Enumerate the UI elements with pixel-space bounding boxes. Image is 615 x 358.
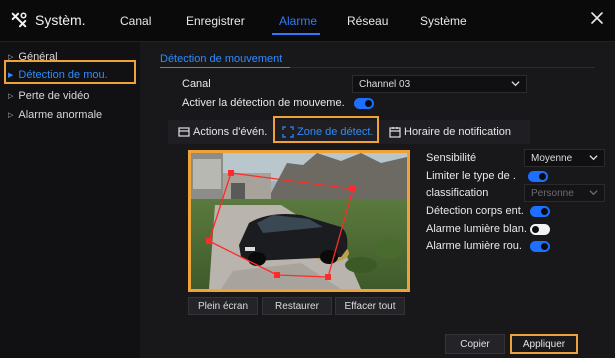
fullscreen-button[interactable]: Plein écran bbox=[188, 297, 258, 315]
brand: Systèm. bbox=[10, 11, 86, 29]
classification-label: classification bbox=[426, 187, 489, 199]
classification-select: Personne bbox=[524, 184, 605, 202]
nav-alarme[interactable]: Alarme bbox=[279, 14, 317, 28]
lumiere-blanche-label: Alarme lumière blan. bbox=[426, 223, 527, 235]
triangle-right-icon: ▷ bbox=[8, 93, 14, 100]
nav-enregistrer[interactable]: Enregistrer bbox=[186, 14, 245, 28]
triangle-right-icon: ▷ bbox=[8, 112, 14, 119]
chevron-down-icon bbox=[511, 81, 520, 87]
sensibilite-select[interactable]: Moyenne bbox=[524, 149, 605, 167]
corps-toggle[interactable] bbox=[530, 206, 550, 217]
sidebar-item-label: Alarme anormale bbox=[18, 109, 103, 121]
chevron-down-icon bbox=[589, 155, 598, 161]
section-title: Détection de mouvement bbox=[160, 53, 283, 65]
camera-image bbox=[191, 153, 407, 289]
restore-button[interactable]: Restaurer bbox=[262, 297, 332, 315]
brand-title: Systèm. bbox=[35, 12, 86, 28]
close-icon[interactable] bbox=[589, 10, 605, 26]
zone-handle[interactable] bbox=[206, 238, 212, 244]
enable-toggle[interactable] bbox=[354, 98, 374, 109]
nav-canal[interactable]: Canal bbox=[120, 14, 151, 28]
sidebar-item-perte-video[interactable]: ▷ Perte de vidéo bbox=[8, 90, 89, 102]
top-nav-bar: Systèm. Canal Enregistrer Alarme Réseau … bbox=[0, 0, 615, 42]
nav-reseau[interactable]: Réseau bbox=[347, 14, 388, 28]
zone-handle[interactable] bbox=[350, 186, 356, 192]
camera-preview[interactable] bbox=[188, 150, 410, 292]
canal-value: Channel 03 bbox=[359, 78, 411, 90]
actions-icon bbox=[178, 127, 190, 137]
highlight-box bbox=[273, 116, 379, 143]
calendar-icon bbox=[389, 127, 401, 138]
tab-label: Horaire de notification bbox=[404, 126, 512, 138]
lumiere-rouge-label: Alarme lumière rou. bbox=[426, 240, 522, 252]
canal-select[interactable]: Channel 03 bbox=[352, 75, 527, 93]
zone-handle[interactable] bbox=[325, 274, 331, 280]
corps-label: Détection corps ent. bbox=[426, 205, 524, 217]
lumiere-rouge-toggle[interactable] bbox=[530, 241, 550, 252]
limit-type-toggle[interactable] bbox=[528, 171, 548, 182]
lumiere-blanche-toggle[interactable] bbox=[530, 224, 550, 235]
copy-button[interactable]: Copier bbox=[445, 334, 505, 354]
chevron-down-icon bbox=[589, 190, 598, 196]
tab-horaire[interactable]: Horaire de notification bbox=[389, 122, 511, 142]
sidebar-item-label: Perte de vidéo bbox=[18, 90, 90, 102]
section-underline bbox=[160, 67, 290, 68]
apply-button[interactable]: Appliquer bbox=[510, 334, 578, 354]
classification-value: Personne bbox=[531, 187, 574, 199]
enable-label: Activer la détection de mouveme. bbox=[182, 97, 345, 109]
limit-type-label: Limiter le type de . bbox=[426, 170, 516, 182]
tools-icon bbox=[11, 12, 27, 28]
canal-label: Canal bbox=[182, 78, 211, 90]
sidebar: ▷ Général ▶ Détection de mou. ▷ Perte de… bbox=[0, 42, 140, 358]
clear-all-button[interactable]: Effacer tout bbox=[335, 297, 405, 315]
highlight-box bbox=[4, 60, 136, 84]
tab-actions[interactable]: Actions d'évén. bbox=[178, 122, 267, 142]
sidebar-item-alarme-anormale[interactable]: ▷ Alarme anormale bbox=[8, 109, 102, 121]
sensibilite-label: Sensibilité bbox=[426, 152, 477, 164]
nav-systeme[interactable]: Système bbox=[420, 14, 467, 28]
main-content: Détection de mouvement Canal Channel 03 … bbox=[140, 42, 615, 358]
tab-label: Actions d'évén. bbox=[193, 126, 268, 138]
sensibilite-value: Moyenne bbox=[531, 152, 573, 164]
zone-handle[interactable] bbox=[228, 170, 234, 176]
divider bbox=[290, 67, 595, 68]
zone-handle[interactable] bbox=[274, 272, 280, 278]
nav-active-underline bbox=[272, 33, 320, 35]
